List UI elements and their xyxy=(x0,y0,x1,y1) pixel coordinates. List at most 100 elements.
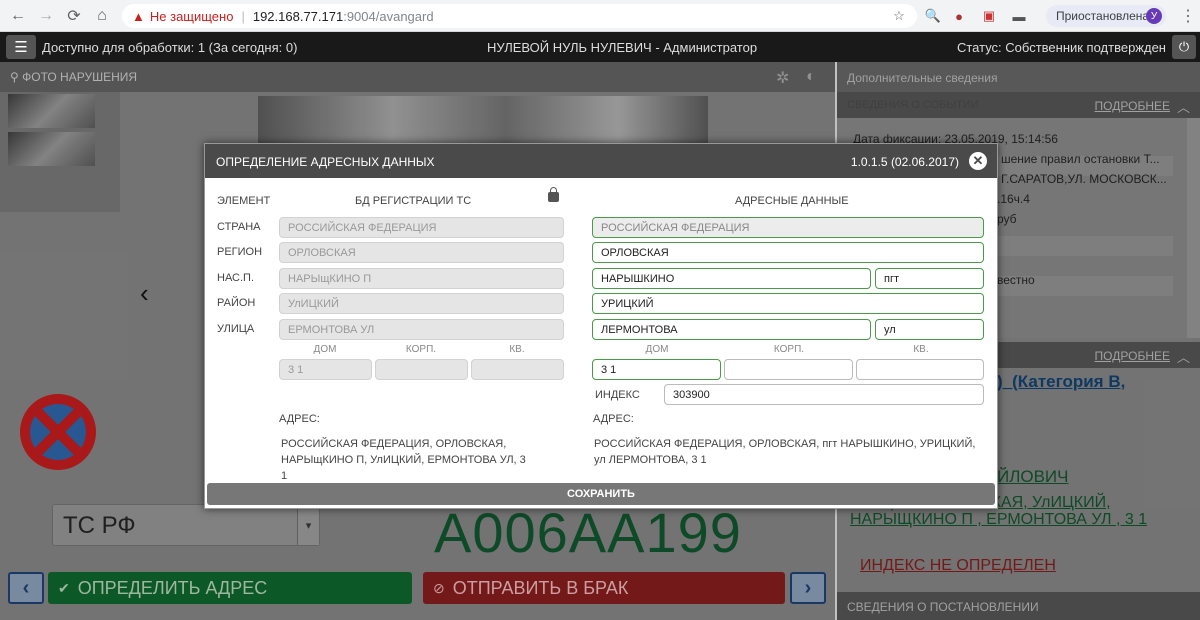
db-street-field: ЕРМОНТОВА УЛ xyxy=(279,319,564,340)
home-icon[interactable]: ⌂ xyxy=(88,2,116,30)
event-section-header[interactable]: СВЕДЕНИЯ О СОБЫТИИ ПОДРОБНЕЕ ︿ xyxy=(837,92,1200,118)
owner-name[interactable]: ЙЛОВИЧ xyxy=(997,467,1069,487)
photo-thumbnail[interactable] xyxy=(8,132,95,166)
save-button[interactable]: СОХРАНИТЬ xyxy=(207,483,995,505)
db-country-field: РОССИЙСКАЯ ФЕДЕРАЦИЯ xyxy=(279,217,564,238)
ts-type-select[interactable]: ТС РФ ▾ xyxy=(52,504,320,546)
addr-building-field[interactable] xyxy=(724,359,853,380)
db-building-label: КОРП. xyxy=(405,344,437,355)
addr-address-label: АДРЕС: xyxy=(593,413,634,425)
extension-avatar-icon[interactable]: ● xyxy=(950,7,968,25)
index-undefined[interactable]: ИНДЕКС НЕ ОПРЕДЕЛЕН xyxy=(860,557,1056,575)
define-address-button[interactable]: ✔ ОПРЕДЕЛИТЬ АДРЕС xyxy=(48,572,412,604)
power-icon[interactable]: ⏻ xyxy=(1172,35,1196,59)
dialog-header: ОПРЕДЕЛЕНИЕ АДРЕСНЫХ ДАННЫХ 1.0.1.5 (02.… xyxy=(205,144,997,178)
extension-cast-icon[interactable]: ▬ xyxy=(1010,7,1028,25)
dialog-version: 1.0.1.5 (02.06.2017) xyxy=(850,155,959,169)
addr-building-label: КОРП. xyxy=(773,344,805,355)
addr-flat-field[interactable] xyxy=(856,359,984,380)
addr-street-field[interactable]: ЛЕРМОНТОВА xyxy=(592,319,871,340)
db-building-field xyxy=(375,359,468,380)
label-district: РАЙОН xyxy=(217,297,256,309)
available-count: Доступно для обработки: 1 (За сегодня: 0… xyxy=(42,40,298,55)
label-street: УЛИЦА xyxy=(217,323,255,335)
db-region-field: ОРЛОВСКАЯ xyxy=(279,242,564,263)
prev-record-button[interactable]: ‹ xyxy=(8,572,44,604)
check-icon: ✔ xyxy=(58,579,70,596)
no-stopping-sign-icon xyxy=(20,394,96,470)
reload-icon[interactable]: ⟳ xyxy=(60,2,88,30)
index-input[interactable]: 303900 xyxy=(664,384,984,405)
current-user: НУЛЕВОЙ НУЛЬ НУЛЕВИЧ - Администратор xyxy=(487,40,758,55)
photo-thumbnail[interactable] xyxy=(8,94,95,128)
back-icon[interactable]: ← xyxy=(4,2,32,30)
app-header: ☰ Доступно для обработки: 1 (За сегодня:… xyxy=(0,32,1200,62)
profile-avatar: У xyxy=(1146,8,1162,24)
profile-paused-button[interactable]: Приостановлена У xyxy=(1046,5,1166,27)
addr-country-field[interactable]: РОССИЙСКАЯ ФЕДЕРАЦИЯ xyxy=(592,217,984,238)
addr-address-text: РОССИЙСКАЯ ФЕДЕРАЦИЯ, ОРЛОВСКАЯ, пгт НАР… xyxy=(594,438,976,466)
next-record-button[interactable]: › xyxy=(790,572,826,604)
browser-toolbar: ← → ⟳ ⌂ ▲ Не защищено | 192.168.77.171:9… xyxy=(0,0,1200,32)
owner-more-link[interactable]: ПОДРОБНЕЕ xyxy=(1095,349,1170,363)
address-bar[interactable]: ▲ Не защищено | 192.168.77.171:9004/avan… xyxy=(122,4,917,28)
addr-locality-type-field[interactable]: пгт xyxy=(875,268,984,289)
event-place: Г.САРАТОВ,УЛ. МОСКОВСК... xyxy=(1001,172,1167,186)
db-district-field: УлИЦКИЙ xyxy=(279,293,564,314)
thumbnail-strip xyxy=(0,92,120,212)
scrollbar[interactable] xyxy=(1187,118,1200,338)
chevron-down-icon: ▾ xyxy=(297,505,319,545)
addr-district-field[interactable]: УРИЦКИЙ xyxy=(592,293,984,314)
db-address-text: РОССИЙСКАЯ ФЕДЕРАЦИЯ, ОРЛОВСКАЯ, НАРЫщКИ… xyxy=(281,438,526,482)
url-path: :9004/avangard xyxy=(343,8,434,24)
label-locality: НАС.П. xyxy=(217,272,255,284)
chevron-up-icon[interactable]: ︿ xyxy=(1177,347,1190,366)
settings-icon[interactable]: ✲ xyxy=(776,68,789,88)
contrast-icon[interactable]: ◐ xyxy=(806,68,816,86)
prev-photo-icon[interactable]: ‹ xyxy=(140,278,149,309)
addr-flat-label: КВ. xyxy=(913,344,929,355)
warning-icon: ▲ xyxy=(132,8,145,24)
db-house-field: 3 1 xyxy=(279,359,372,380)
event-fine: руб xyxy=(997,212,1017,226)
index-label: ИНДЕКС xyxy=(595,389,640,401)
ban-icon: ⊘ xyxy=(433,579,445,596)
addr-house-label: ДОМ xyxy=(645,344,669,355)
owner-vehicle-title[interactable]: )_(Категория В, xyxy=(997,372,1125,392)
send-reject-button[interactable]: ⊘ ОТПРАВИТЬ В БРАК xyxy=(423,572,785,604)
label-country: СТРАНА xyxy=(217,221,261,233)
extension-zoom-icon[interactable]: 🔍 xyxy=(924,7,942,25)
addr-street-type-field[interactable]: ул xyxy=(875,319,984,340)
event-section-title: СВЕДЕНИЯ О СОБЫТИИ xyxy=(847,99,979,111)
browser-menu-icon[interactable]: ⋮ xyxy=(1180,6,1196,26)
col-address: АДРЕСНЫЕ ДАННЫЕ xyxy=(735,195,849,207)
chevron-up-icon[interactable]: ︿ xyxy=(1177,97,1190,116)
addr-locality-field[interactable]: НАРЫШКИНО xyxy=(592,268,871,289)
db-flat-field xyxy=(471,359,564,380)
db-locality-field: НАРЫщКИНО П xyxy=(279,268,564,289)
resolution-section-header[interactable]: СВЕДЕНИЯ О ПОСТАНОВЛЕНИИ xyxy=(837,592,1200,620)
insecure-label: Не защищено xyxy=(149,8,234,24)
addr-house-field[interactable]: 3 1 xyxy=(592,359,721,380)
plate-number: А006АА199 xyxy=(434,501,742,564)
photo-header: ⚲ ФОТО НАРУШЕНИЯ ✲ ◐ xyxy=(0,62,835,92)
event-violation: шение правил остановки Т... xyxy=(1001,152,1160,166)
pin-icon: ⚲ xyxy=(10,70,19,84)
dialog-title: ОПРЕДЕЛЕНИЕ АДРЕСНЫХ ДАННЫХ xyxy=(216,155,435,169)
db-flat-label: КВ. xyxy=(509,344,525,355)
event-more-link[interactable]: ПОДРОБНЕЕ xyxy=(1095,99,1170,113)
extra-info-title: Дополнительные сведения xyxy=(837,62,1200,92)
event-unknown: вестно xyxy=(997,273,1035,287)
addr-region-field[interactable]: ОРЛОВСКАЯ xyxy=(592,242,984,263)
lock-icon xyxy=(548,187,559,202)
star-icon[interactable]: ☆ xyxy=(890,7,908,25)
forward-icon[interactable]: → xyxy=(32,2,60,30)
menu-icon[interactable]: ☰ xyxy=(6,35,36,59)
url-host: 192.168.77.171 xyxy=(252,8,344,24)
dialog-body: ЭЛЕМЕНТ БД РЕГИСТРАЦИИ ТС АДРЕСНЫЕ ДАННЫ… xyxy=(205,178,997,508)
db-house-label: ДОМ xyxy=(313,344,337,355)
db-address-label: АДРЕС: xyxy=(279,413,320,425)
extension-pdf-icon[interactable]: ▣ xyxy=(980,7,998,25)
status-text: Статус: Собственник подтвержден xyxy=(956,40,1166,55)
close-icon[interactable]: ✕ xyxy=(969,152,987,170)
